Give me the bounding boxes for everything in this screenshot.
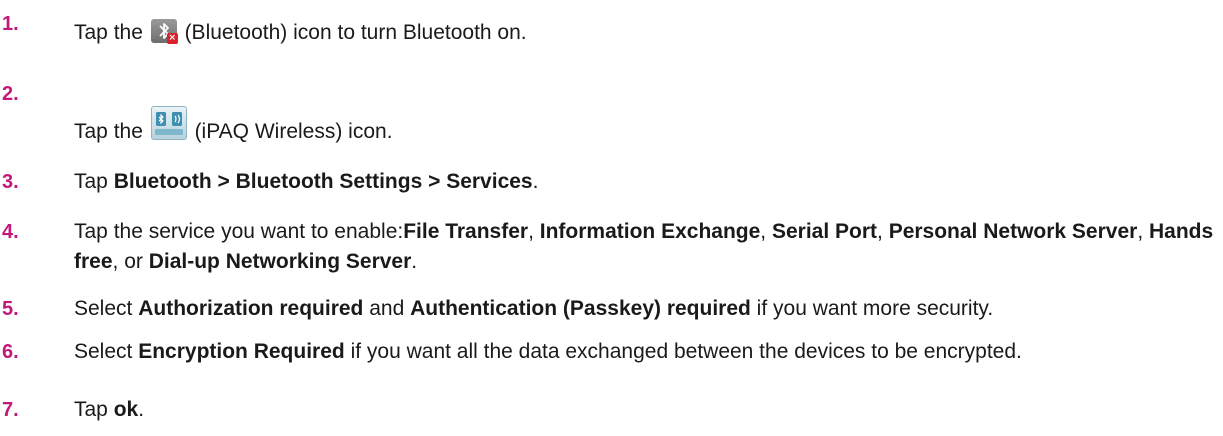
step-number: 6. bbox=[2, 341, 19, 363]
bold-term: File Transfer bbox=[403, 220, 529, 243]
plain-text: Tap the bbox=[74, 21, 149, 44]
step-number: 1. bbox=[2, 13, 19, 35]
step-number: 4. bbox=[2, 221, 19, 243]
step-text: Select Authorization required and Authen… bbox=[74, 294, 1214, 324]
step-7: 7. Tap ok. bbox=[0, 398, 1223, 432]
plain-text: (Bluetooth) icon to turn Bluetooth on. bbox=[178, 21, 527, 44]
bluetooth-icon[interactable]: × bbox=[150, 19, 178, 44]
step-5: 5. Select Authorization required and Aut… bbox=[0, 297, 1223, 331]
plain-text: . bbox=[138, 398, 145, 421]
step-number: 2. bbox=[2, 83, 19, 105]
bold-term: Encryption Required bbox=[138, 340, 345, 363]
plain-text: . bbox=[411, 250, 418, 273]
step-number: 5. bbox=[2, 298, 19, 320]
step-text: Tap the service you want to enable:File … bbox=[74, 217, 1214, 277]
step-number: 7. bbox=[2, 399, 19, 421]
plain-text: and bbox=[363, 297, 411, 320]
step-4: 4. Tap the service you want to enable:Fi… bbox=[0, 220, 1223, 282]
step-text: Tap Bluetooth > Bluetooth Settings > Ser… bbox=[74, 167, 1214, 197]
plain-text: , bbox=[1137, 220, 1149, 243]
plain-text: Tap the bbox=[74, 120, 149, 143]
bold-term: Personal Network Server bbox=[888, 220, 1138, 243]
step-text: Tap the (iPAQ Wireless) icon. bbox=[74, 106, 1214, 147]
plain-text: . bbox=[532, 170, 539, 193]
bold-term: Dial-up Networking Server bbox=[148, 250, 412, 273]
plain-text: Tap bbox=[74, 170, 114, 193]
plain-text: Select bbox=[74, 340, 139, 363]
plain-text: Select bbox=[74, 297, 139, 320]
plain-text: if you want more security. bbox=[750, 297, 994, 320]
plain-text: , bbox=[760, 220, 772, 243]
step-text: Select Encryption Required if you want a… bbox=[74, 337, 1214, 367]
ipaq-wireless-icon[interactable] bbox=[150, 106, 187, 140]
plain-text: if you want all the data exchanged betwe… bbox=[344, 340, 1022, 363]
step-text: Tap the × (Bluetooth) icon to turn Bluet… bbox=[74, 18, 1214, 48]
plain-text: , bbox=[528, 220, 540, 243]
bold-term: Authentication (Passkey) required bbox=[410, 297, 751, 320]
bold-term: Authorization required bbox=[138, 297, 364, 320]
bold-term: Information Exchange bbox=[539, 220, 761, 243]
plain-text: , or bbox=[112, 250, 149, 273]
step-2: 2. Tap the (iPAQ Wireless) icon. bbox=[0, 82, 1223, 143]
plain-text: Tap the service you want to enable: bbox=[74, 220, 404, 243]
step-text: Tap ok. bbox=[74, 395, 1214, 425]
plain-text: Tap bbox=[74, 398, 114, 421]
step-3: 3. Tap Bluetooth > Bluetooth Settings > … bbox=[0, 170, 1223, 204]
plain-text: (iPAQ Wireless) icon. bbox=[188, 120, 393, 143]
step-6: 6. Select Encryption Required if you wan… bbox=[0, 340, 1223, 402]
step-number: 3. bbox=[2, 171, 19, 193]
bold-term: ok bbox=[113, 398, 139, 421]
bold-term: Bluetooth > Bluetooth Settings > Service… bbox=[113, 170, 533, 193]
step-1: 1. Tap the × (Bluetooth) icon to turn Bl… bbox=[0, 12, 1223, 52]
plain-text: , bbox=[877, 220, 889, 243]
bold-term: Serial Port bbox=[771, 220, 878, 243]
